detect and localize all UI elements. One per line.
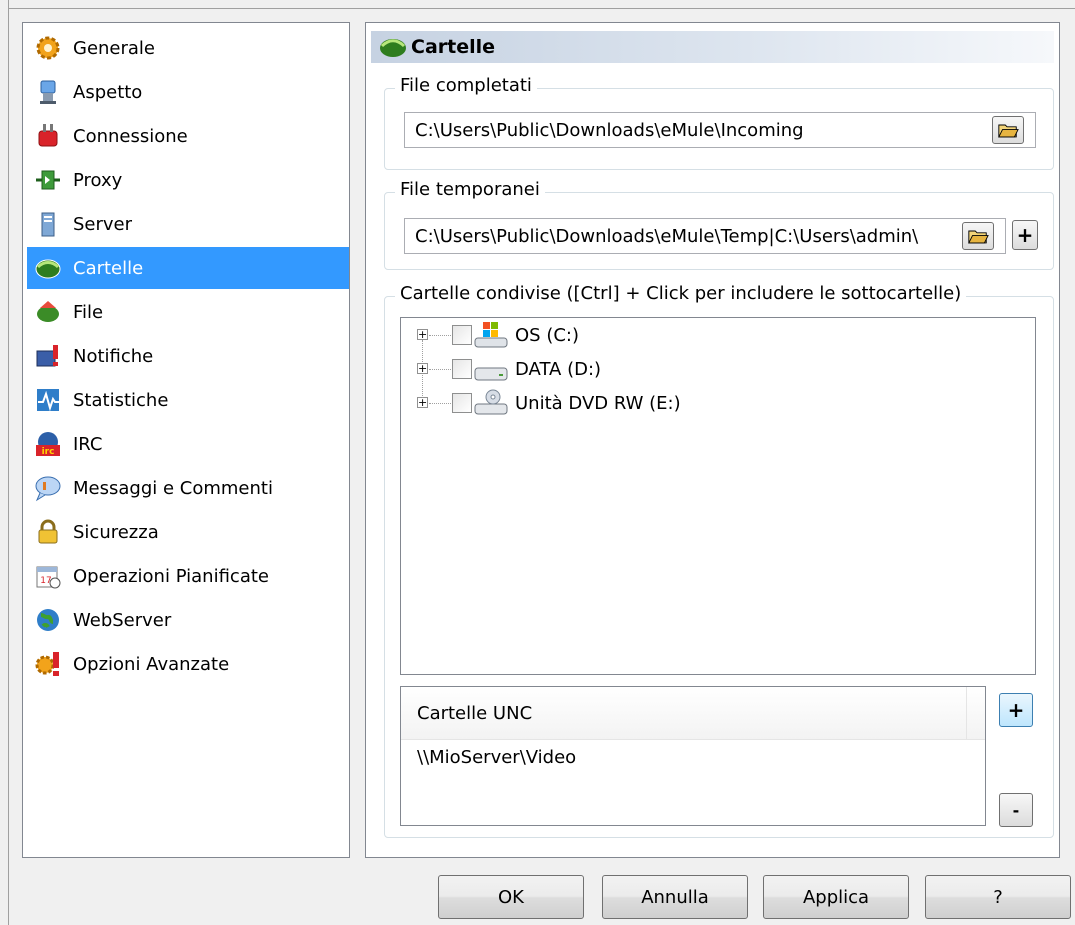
file-icon	[33, 297, 63, 327]
window-frame-left	[8, 0, 9, 925]
lock-icon	[33, 517, 63, 547]
nav-item-label: Proxy	[73, 169, 123, 191]
page-title: Cartelle	[411, 36, 496, 58]
irc-icon: irc	[33, 429, 63, 459]
nav-item-label: Aspetto	[73, 81, 143, 103]
nav-item-notifiche[interactable]: Notifiche	[27, 335, 349, 377]
tree-item-drive-d[interactable]: + DATA (D:)	[401, 352, 1031, 386]
advanced-options-icon	[33, 649, 63, 679]
nav-item-connessione[interactable]: Connessione	[27, 115, 349, 157]
proxy-icon	[33, 165, 63, 195]
unc-folders-list[interactable]: Cartelle UNC \\MioServer\Video	[400, 686, 986, 826]
tree-item-label: OS (C:)	[515, 324, 579, 346]
drive-checkbox[interactable]	[452, 393, 472, 413]
nav-item-sicurezza[interactable]: Sicurezza	[27, 511, 349, 553]
nav-item-proxy[interactable]: Proxy	[27, 159, 349, 201]
drive-checkbox[interactable]	[452, 359, 472, 379]
nav-item-file[interactable]: File	[27, 291, 349, 333]
temp-files-legend: File temporanei	[395, 179, 545, 200]
add-temp-folder-button[interactable]: +	[1012, 220, 1038, 250]
open-folder-icon	[968, 230, 989, 243]
nav-item-label: Sicurezza	[73, 521, 159, 543]
add-unc-button[interactable]: +	[999, 693, 1033, 727]
nav-item-label: File	[73, 301, 104, 323]
scheduler-icon: 17	[33, 561, 63, 591]
drive-checkbox[interactable]	[452, 325, 472, 345]
nav-item-label: WebServer	[73, 609, 172, 631]
tree-item-drive-e[interactable]: + Unità DVD RW (E:)	[401, 386, 1031, 420]
tree-connector	[429, 335, 451, 336]
tree-connector	[429, 369, 451, 370]
shared-folders-tree[interactable]: + OS (C:) + DATA (D:) + Unità DVD RW (E:…	[400, 317, 1036, 675]
gear-icon	[33, 33, 63, 63]
remove-unc-button[interactable]: -	[999, 793, 1033, 827]
nav-item-label: Opzioni Avanzate	[73, 653, 230, 675]
tree-item-label: Unità DVD RW (E:)	[515, 392, 681, 414]
nav-item-label: IRC	[73, 433, 103, 455]
appearance-icon	[33, 77, 63, 107]
nav-item-label: Messaggi e Commenti	[73, 477, 273, 499]
nav-item-messaggi[interactable]: Messaggi e Commenti	[27, 467, 349, 509]
nav-item-label: Operazioni Pianificate	[73, 565, 269, 587]
browse-completed-button[interactable]	[992, 116, 1024, 144]
nav-item-cartelle[interactable]: Cartelle	[27, 247, 349, 289]
expand-icon[interactable]: +	[417, 363, 428, 374]
nav-item-opzioni-avanzate[interactable]: Opzioni Avanzate	[27, 643, 349, 685]
tree-item-drive-c[interactable]: + OS (C:)	[401, 318, 1031, 352]
temp-files-path-field[interactable]: C:\Users\Public\Downloads\eMule\Temp|C:\…	[404, 218, 1006, 254]
page-header: Cartelle	[371, 31, 1054, 63]
nav-item-statistiche[interactable]: Statistiche	[27, 379, 349, 421]
ok-button[interactable]: OK	[438, 875, 584, 919]
unc-list-row[interactable]: \\MioServer\Video	[417, 747, 576, 768]
nav-item-label: Cartelle	[73, 257, 144, 279]
notification-icon	[33, 341, 63, 371]
nav-item-webserver[interactable]: WebServer	[27, 599, 349, 641]
open-folder-icon	[998, 124, 1019, 137]
help-button[interactable]: ?	[925, 875, 1071, 919]
messages-icon	[33, 473, 63, 503]
unc-list-header: Cartelle UNC	[401, 687, 985, 740]
svg-text:irc: irc	[42, 447, 55, 457]
nav-item-label: Notifiche	[73, 345, 154, 367]
nav-item-label: Server	[73, 213, 133, 235]
folders-icon	[33, 253, 63, 283]
nav-item-label: Generale	[73, 37, 156, 59]
shared-folders-legend: Cartelle condivise ([Ctrl] + Click per i…	[395, 283, 967, 304]
expand-icon[interactable]: +	[417, 397, 428, 408]
tree-item-label: DATA (D:)	[515, 358, 602, 380]
expand-icon[interactable]: +	[417, 329, 428, 340]
completed-files-path-field[interactable]: C:\Users\Public\Downloads\eMule\Incoming	[404, 112, 1036, 148]
cancel-button[interactable]: Annulla	[602, 875, 748, 919]
statistics-icon	[33, 385, 63, 415]
nav-item-server[interactable]: Server	[27, 203, 349, 245]
folders-icon	[380, 39, 406, 57]
plug-icon	[33, 121, 63, 151]
completed-files-legend: File completati	[395, 75, 537, 96]
dvd-drive-icon	[474, 389, 508, 415]
nav-item-generale[interactable]: Generale	[27, 27, 349, 69]
nav-item-operazioni-pianificate[interactable]: 17 Operazioni Pianificate	[27, 555, 349, 597]
hard-drive-icon	[474, 367, 508, 381]
apply-button[interactable]: Applica	[763, 875, 909, 919]
server-icon	[33, 209, 63, 239]
globe-icon	[33, 605, 63, 635]
unc-column-header[interactable]: Cartelle UNC	[401, 687, 967, 739]
preferences-nav-list[interactable]: Generale Aspetto Connessione Proxy Serve…	[22, 22, 350, 858]
browse-temp-button[interactable]	[962, 222, 994, 250]
nav-item-aspetto[interactable]: Aspetto	[27, 71, 349, 113]
window-frame-top	[8, 8, 1075, 9]
nav-item-label: Connessione	[73, 125, 188, 147]
tree-connector	[429, 403, 451, 404]
nav-item-label: Statistiche	[73, 389, 169, 411]
nav-item-irc[interactable]: irc IRC	[27, 423, 349, 465]
system-drive-icon	[474, 322, 508, 348]
